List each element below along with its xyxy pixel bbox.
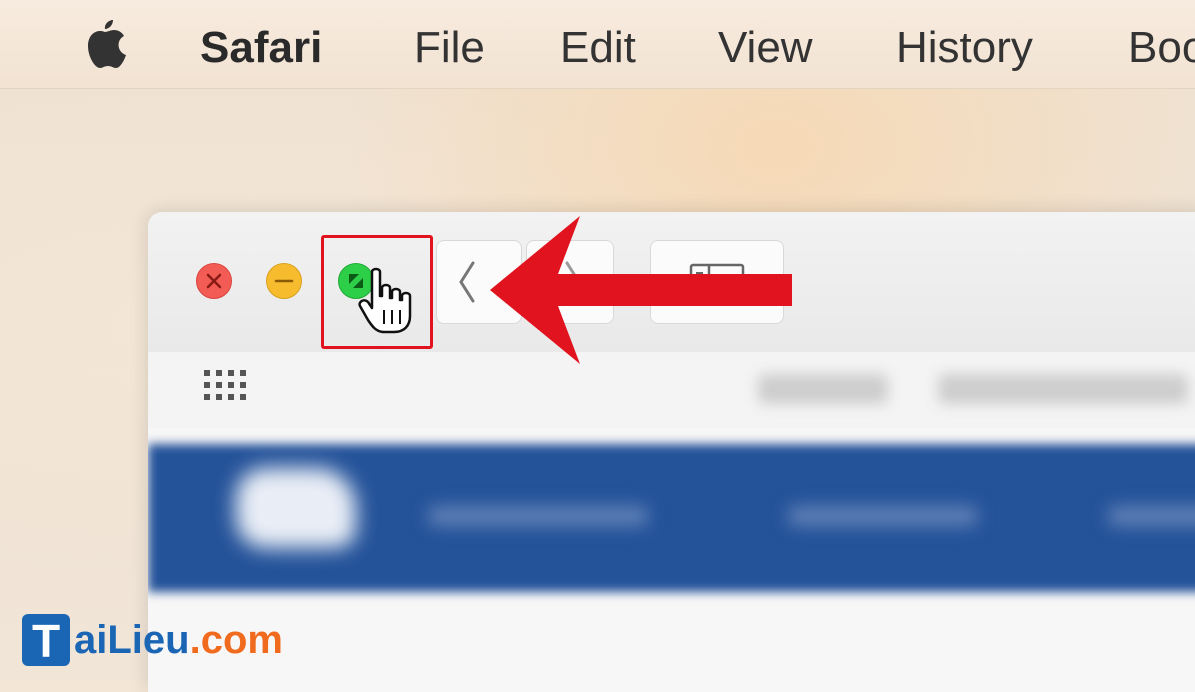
hand-cursor-icon [358,267,412,334]
apple-logo-icon[interactable] [80,16,128,72]
watermark-ai: ai [74,617,108,662]
minimize-button[interactable] [266,263,302,299]
red-arrow-annotation [490,216,792,364]
bookmark-item-blurred[interactable] [758,374,888,404]
watermark-com: .com [189,617,283,662]
nav-link-blurred[interactable] [788,506,978,526]
watermark-lieu: Lieu [107,617,190,662]
menu-bookmarks[interactable]: Boo [1128,24,1195,72]
menu-history[interactable]: History [896,24,1033,72]
menu-view[interactable]: View [718,24,813,72]
nav-link-blurred[interactable] [1108,506,1195,526]
watermark-t: T [22,614,70,667]
menu-file[interactable]: File [414,24,485,72]
menu-safari[interactable]: Safari [200,24,322,72]
close-icon [206,273,222,289]
grid-icon[interactable] [204,370,256,410]
menu-edit[interactable]: Edit [560,24,636,72]
tailieu-watermark: Tai Lieu .com [22,612,283,668]
site-logo [236,468,356,548]
nav-link-blurred[interactable] [428,506,648,526]
minimize-icon [274,279,294,283]
close-button[interactable] [196,263,232,299]
web-page-content [148,428,1195,692]
bookmark-item-blurred[interactable] [938,374,1188,404]
menu-bar: Safari File Edit View History Boo [0,0,1195,89]
